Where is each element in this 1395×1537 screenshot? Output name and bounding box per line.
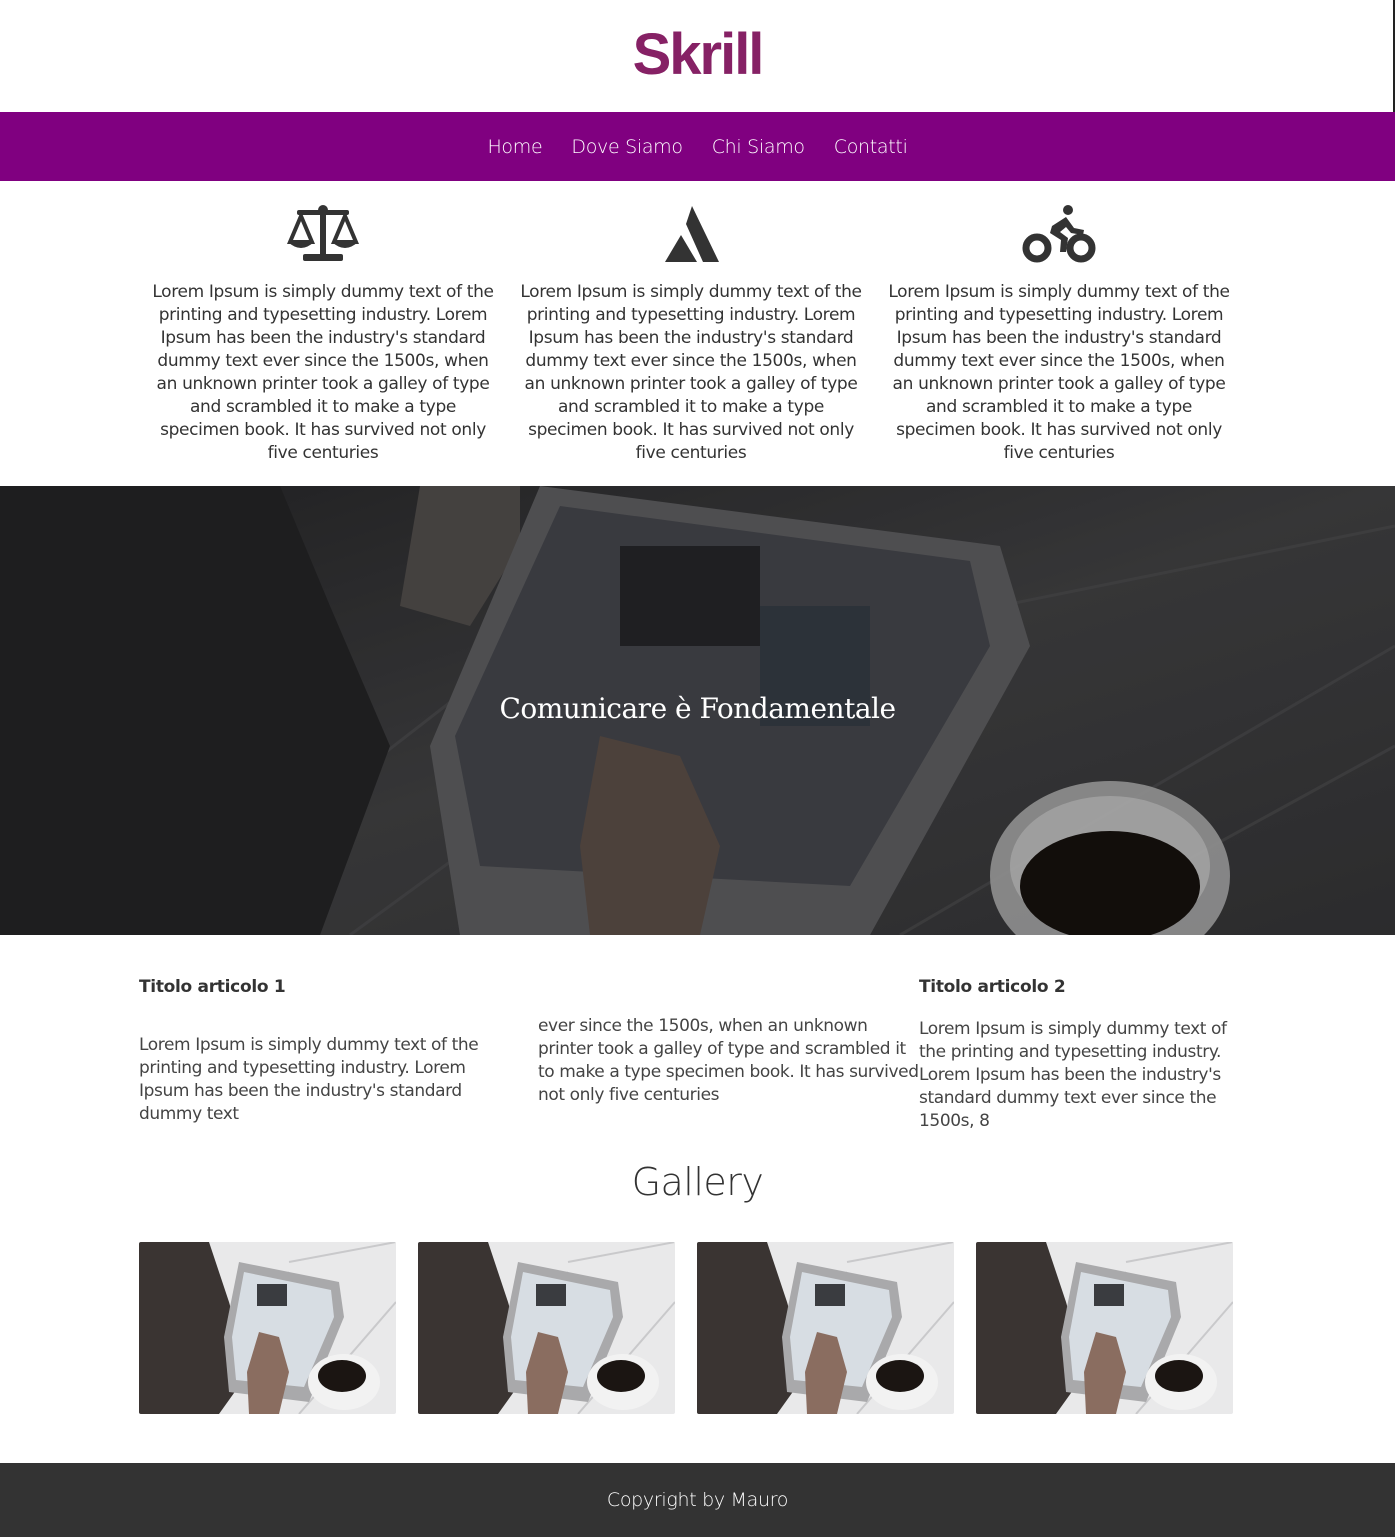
article-1-text-part2: ever since the 1500s, when an unknown pr… — [538, 1016, 919, 1105]
cyclist-icon — [885, 204, 1233, 264]
nav-item-chi-siamo[interactable]: Chi Siamo — [712, 136, 805, 158]
article-2-text: Lorem Ipsum is simply dummy text of the … — [919, 1019, 1227, 1131]
gallery-image-1[interactable] — [139, 1242, 396, 1414]
atlassian-icon — [517, 204, 865, 264]
balance-scale-icon — [149, 204, 497, 264]
feature-text-3: Lorem Ipsum is simply dummy text of the … — [888, 282, 1230, 463]
feature-text-2: Lorem Ipsum is simply dummy text of the … — [520, 282, 862, 463]
gallery-image-4[interactable] — [976, 1242, 1233, 1414]
site-header: Skrill — [0, 0, 1395, 112]
gallery-title: Gallery — [631, 1160, 764, 1204]
feature-column-3: Lorem Ipsum is simply dummy text of the … — [885, 204, 1233, 465]
gallery-image-2[interactable] — [418, 1242, 675, 1414]
copyright-text: Copyright by Mauro — [606, 1489, 789, 1511]
feature-text-1: Lorem Ipsum is simply dummy text of the … — [152, 282, 494, 463]
site-footer: Copyright by Mauro — [0, 1463, 1395, 1537]
skrill-logo[interactable]: Skrill — [0, 22, 1395, 88]
nav-item-home[interactable]: Home — [487, 136, 542, 158]
feature-column-2: Lorem Ipsum is simply dummy text of the … — [517, 204, 865, 465]
feature-column-1: Lorem Ipsum is simply dummy text of the … — [149, 204, 497, 465]
hero-title: Comunicare è Fondamentale — [499, 692, 896, 725]
article-1-title: Titolo articolo 1 — [139, 977, 286, 997]
article-1-text-part1: Lorem Ipsum is simply dummy text of the … — [139, 1035, 479, 1124]
main-nav: Home Dove Siamo Chi Siamo Contatti — [0, 112, 1395, 181]
nav-item-dove-siamo[interactable]: Dove Siamo — [571, 136, 683, 158]
article-2-title: Titolo articolo 2 — [919, 977, 1066, 997]
gallery-image-3[interactable] — [697, 1242, 954, 1414]
nav-item-contatti[interactable]: Contatti — [834, 136, 908, 158]
